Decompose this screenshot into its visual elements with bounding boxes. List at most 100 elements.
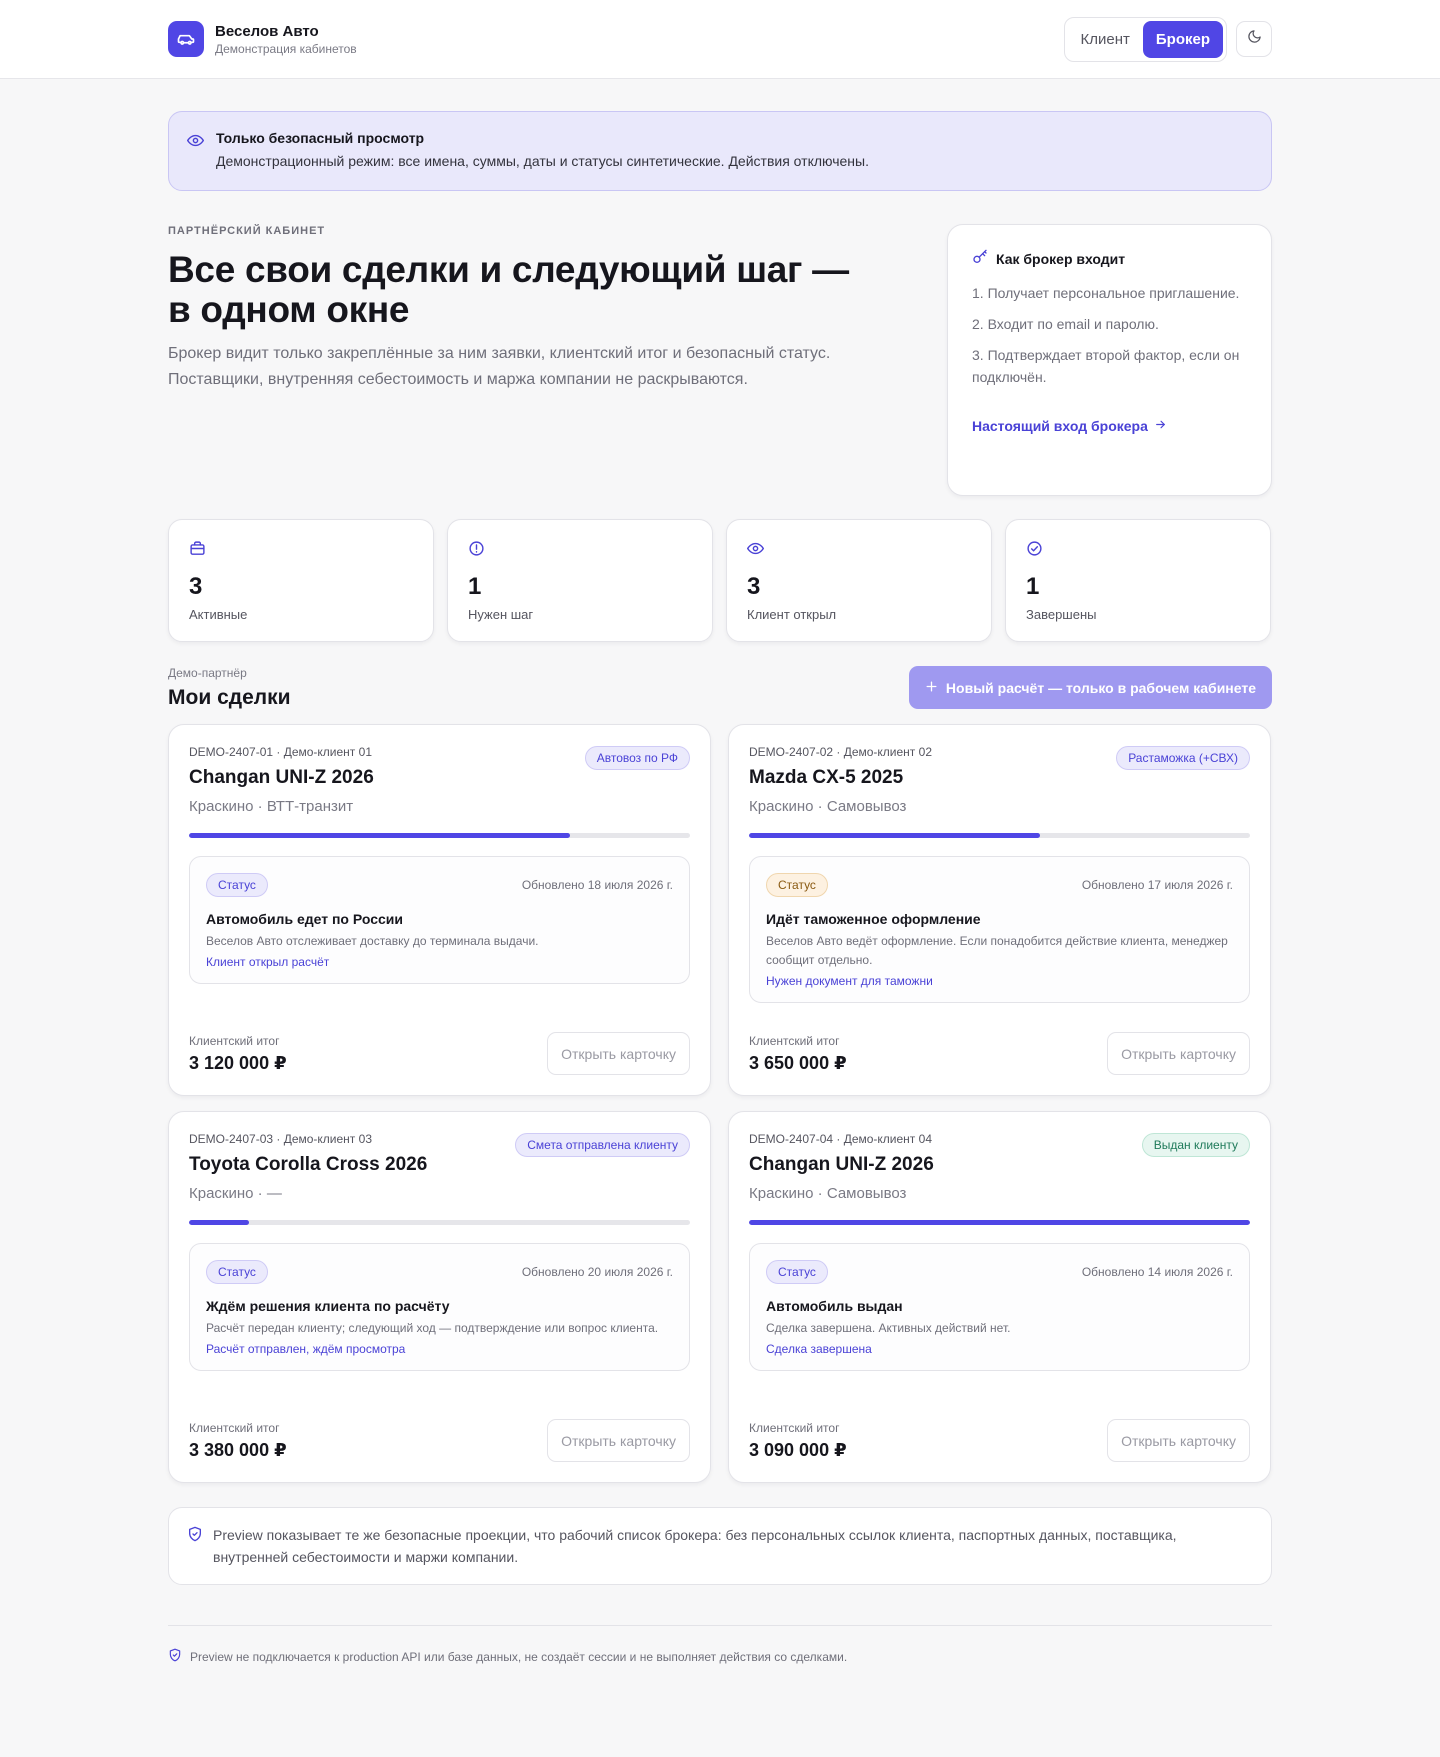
deal-progress-fill [749,1220,1250,1225]
deal-card: DEMO-2407-01 · Демо-клиент 01 Changan UN… [168,724,711,1096]
stat-label: Завершены [1026,607,1097,622]
open-card-button[interactable]: Открыть карточку [1107,1419,1250,1462]
deal-title: Changan UNI-Z 2026 [189,767,374,788]
deal-stage-badge: Смета отправлена клиенту [515,1133,690,1157]
brand-name: Веселов Авто [215,22,319,40]
deal-title: Mazda CX-5 2025 [749,767,904,788]
deal-title: Changan UNI-Z 2026 [749,1154,934,1175]
deal-id: DEMO-2407-02 · Демо-клиент 02 [749,745,932,759]
alert-circle-icon [468,540,692,558]
open-card-button[interactable]: Открыть карточку [547,1032,690,1075]
status-pill: Статус [766,873,828,897]
eye-icon [187,132,204,154]
status-note: Нужен документ для таможни [766,974,933,988]
deal-status: Статус Обновлено 17 июля 2026 г. Идёт та… [749,856,1250,1003]
stat-label: Клиент открыл [747,607,837,622]
footer-divider [168,1625,1272,1626]
deal-card: DEMO-2407-03 · Демо-клиент 03 Toyota Cor… [168,1111,711,1483]
stat-value: 3 [189,573,203,600]
preview-note-text: Preview показывает те же безопасные прое… [213,1527,1177,1565]
safe-view-banner: Только безопасный просмотр Демонстрацион… [168,111,1272,191]
deal-id: DEMO-2407-03 · Демо-клиент 03 [189,1132,372,1146]
deal-route: Краскино · Самовывоз [749,1185,907,1202]
deal-title: Toyota Corolla Cross 2026 [189,1154,428,1175]
deal-status: Статус Обновлено 18 июля 2026 г. Автомоб… [189,856,690,984]
new-calculation-button[interactable]: Новый расчёт — только в рабочем кабинете [908,666,1272,709]
theme-toggle-button[interactable] [1236,21,1272,57]
arrow-right-icon [1154,418,1167,434]
deal-progress [189,833,690,838]
moon-icon [1247,29,1262,49]
role-client-button[interactable]: Клиент [1068,21,1143,58]
stat-label: Активные [189,607,248,622]
broker-login-link[interactable]: Настоящий вход брокера [972,418,1247,434]
total-label: Клиентский итог [749,1420,840,1435]
new-calculation-label: Новый расчёт — только в рабочем кабинете [945,679,1256,696]
deals-grid: DEMO-2407-01 · Демо-клиент 01 Changan UN… [168,724,1272,1483]
hero-eyebrow: ПАРТНЁРСКИЙ КАБИНЕТ [168,225,326,237]
brand-subtitle: Демонстрация кабинетов [215,41,357,56]
open-card-button[interactable]: Открыть карточку [1107,1032,1250,1075]
role-broker-button[interactable]: Брокер [1142,20,1223,58]
stat-label: Нужен шаг [468,607,534,622]
deal-status: Статус Обновлено 20 июля 2026 г. Ждём ре… [189,1243,690,1371]
status-pill: Статус [206,873,268,897]
broker-login-card: Как брокер входит 1. Получает персональн… [947,224,1272,496]
stat-client-opened: 3 Клиент открыл [726,519,992,642]
deal-progress [749,1220,1250,1225]
broker-login-link-label: Настоящий вход брокера [972,418,1148,434]
banner-text: Демонстрационный режим: все имена, суммы… [216,153,869,169]
briefcase-icon [189,540,413,558]
stats-row: 3 Активные 1 Нужен шаг 3 Клиент открыл 1… [168,519,1272,642]
page-title: Все свои сделки и следующий шаг — в одно… [168,249,849,330]
status-note: Сделка завершена [766,1342,872,1356]
broker-login-title: Как брокер входит [996,250,1126,267]
total-label: Клиентский итог [189,1420,280,1435]
open-card-button[interactable]: Открыть карточку [547,1419,690,1462]
deal-id: DEMO-2407-04 · Демо-клиент 04 [749,1132,932,1146]
status-description: Веселов Авто отслеживает доставку до тер… [206,934,539,948]
car-icon [168,21,204,57]
plus-icon [925,680,938,696]
status-description: Сделка завершена. Активных действий нет. [766,1321,1011,1335]
stat-active: 3 Активные [168,519,434,642]
deals-title: Мои сделки [168,686,291,709]
key-icon [972,249,988,268]
deal-progress-fill [749,833,1040,838]
deals-owner: Демо-партнёр [168,666,247,680]
status-title: Автомобиль едет по России [206,911,403,927]
status-updated: Обновлено 17 июля 2026 г. [1081,878,1233,892]
deal-card: DEMO-2407-02 · Демо-клиент 02 Mazda CX-5… [728,724,1271,1096]
brand[interactable]: Веселов Авто Демонстрация кабинетов [168,21,357,57]
status-pill: Статус [766,1260,828,1284]
deal-stage-badge: Растаможка (+СВХ) [1116,746,1250,770]
total-value: 3 380 000 ₽ [189,1439,287,1460]
login-step: 2. Входит по email и паролю. [972,316,1159,332]
deal-progress-fill [189,1220,250,1225]
stat-value: 1 [468,573,482,600]
deals-header: Демо-партнёр Мои сделки Новый расчёт — т… [168,666,1272,710]
status-description: Веселов Авто ведёт оформление. Если пона… [766,934,1228,967]
status-note: Клиент открыл расчёт [206,955,330,969]
status-title: Автомобиль выдан [766,1298,903,1314]
total-label: Клиентский итог [749,1033,840,1048]
eye-icon [747,540,971,558]
role-switch: Клиент Брокер [1063,16,1227,62]
top-bar: Веселов Авто Демонстрация кабинетов Клие… [0,0,1440,79]
banner-title: Только безопасный просмотр [216,130,425,146]
stat-completed: 1 Завершены [1005,519,1271,642]
status-pill: Статус [206,1260,268,1284]
deal-stage-badge: Автовоз по РФ [584,746,690,770]
deal-route: Краскино · ВТТ-транзит [189,798,354,815]
deal-stage-badge: Выдан клиенту [1141,1133,1250,1157]
hero-description: Брокер видит только закреплённые за ним … [168,345,831,388]
deal-card: DEMO-2407-04 · Демо-клиент 04 Changan UN… [728,1111,1271,1483]
shield-check-icon [168,1648,182,1665]
stat-needs-step: 1 Нужен шаг [447,519,713,642]
status-updated: Обновлено 14 июля 2026 г. [1081,1265,1233,1279]
hero: ПАРТНЁРСКИЙ КАБИНЕТ Все свои сделки и сл… [168,224,1272,496]
total-label: Клиентский итог [189,1033,280,1048]
deal-id: DEMO-2407-01 · Демо-клиент 01 [189,745,372,759]
stat-value: 3 [747,573,761,600]
status-description: Расчёт передан клиенту; следующий ход — … [206,1321,659,1335]
